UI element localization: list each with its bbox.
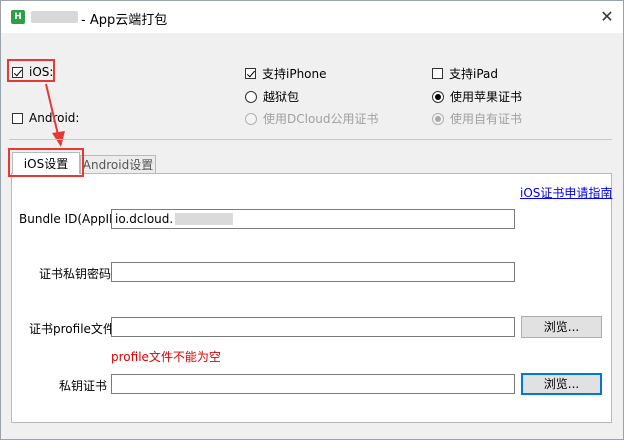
annotation-arrow-icon (45, 83, 65, 147)
own-cert-label: 使用自有证书 (450, 112, 523, 126)
bundle-id-input[interactable]: io.dcloud. (111, 209, 515, 229)
tab-android-settings-label: Android设置 (82, 158, 154, 172)
section-divider (9, 139, 612, 140)
support-ipad-checkbox[interactable]: 支持iPad (432, 65, 498, 82)
bundle-id-value: io.dcloud. (115, 212, 174, 226)
annotation-highlight-ios-tab (8, 148, 84, 177)
own-cert-radio: 使用自有证书 (432, 110, 522, 127)
radio-disabled-icon (245, 112, 257, 125)
radio-unselected-icon (245, 90, 257, 103)
radio-selected-icon (432, 90, 444, 103)
support-iphone-label: 支持iPhone (262, 67, 327, 81)
annotation-highlight-ios (7, 59, 55, 82)
profile-file-label: 证书profile文件 (29, 322, 115, 336)
apple-cert-radio[interactable]: 使用苹果证书 (432, 88, 522, 105)
cert-password-label: 证书私钥密码 (39, 267, 112, 281)
checkbox-unchecked-icon (432, 68, 443, 79)
app-pack-dialog: H - App云端打包 ✕ iOS: Android: 支持iPhone 支持i… (0, 0, 624, 440)
close-icon: ✕ (600, 7, 614, 26)
radio-disabled-selected-icon (432, 112, 444, 125)
ios-cert-guide-link[interactable]: iOS证书申请指南 (520, 184, 612, 201)
tab-android-settings[interactable]: Android设置 (80, 155, 156, 174)
dcloud-cert-radio: 使用DCloud公用证书 (245, 110, 379, 127)
private-key-input[interactable] (111, 374, 515, 394)
support-ipad-label: 支持iPad (449, 67, 499, 81)
cert-password-input[interactable] (111, 262, 515, 282)
checkbox-unchecked-icon (12, 112, 23, 124)
jailbreak-radio[interactable]: 越狱包 (245, 88, 299, 105)
redacted-project-name (31, 11, 78, 23)
title-bar: H - App云端打包 ✕ (1, 1, 623, 33)
redacted-bundle-suffix (175, 213, 234, 225)
profile-file-input[interactable] (111, 317, 515, 337)
browse-private-key-button[interactable]: 浏览... (521, 373, 602, 395)
window-title: - App云端打包 (81, 13, 168, 28)
browse-profile-button[interactable]: 浏览... (521, 316, 602, 338)
profile-error-message: profile文件不能为空 (111, 350, 221, 364)
hbuilder-icon: H (11, 10, 25, 24)
support-iphone-checkbox[interactable]: 支持iPhone (245, 65, 327, 82)
bundle-id-label: Bundle ID(AppID) (19, 212, 123, 226)
dcloud-cert-label: 使用DCloud公用证书 (263, 112, 379, 126)
close-button[interactable]: ✕ (597, 7, 617, 27)
private-key-label: 私钥证书 (59, 379, 108, 393)
jailbreak-label: 越狱包 (263, 90, 300, 104)
apple-cert-label: 使用苹果证书 (450, 90, 523, 104)
checkbox-checked-icon (245, 68, 256, 79)
